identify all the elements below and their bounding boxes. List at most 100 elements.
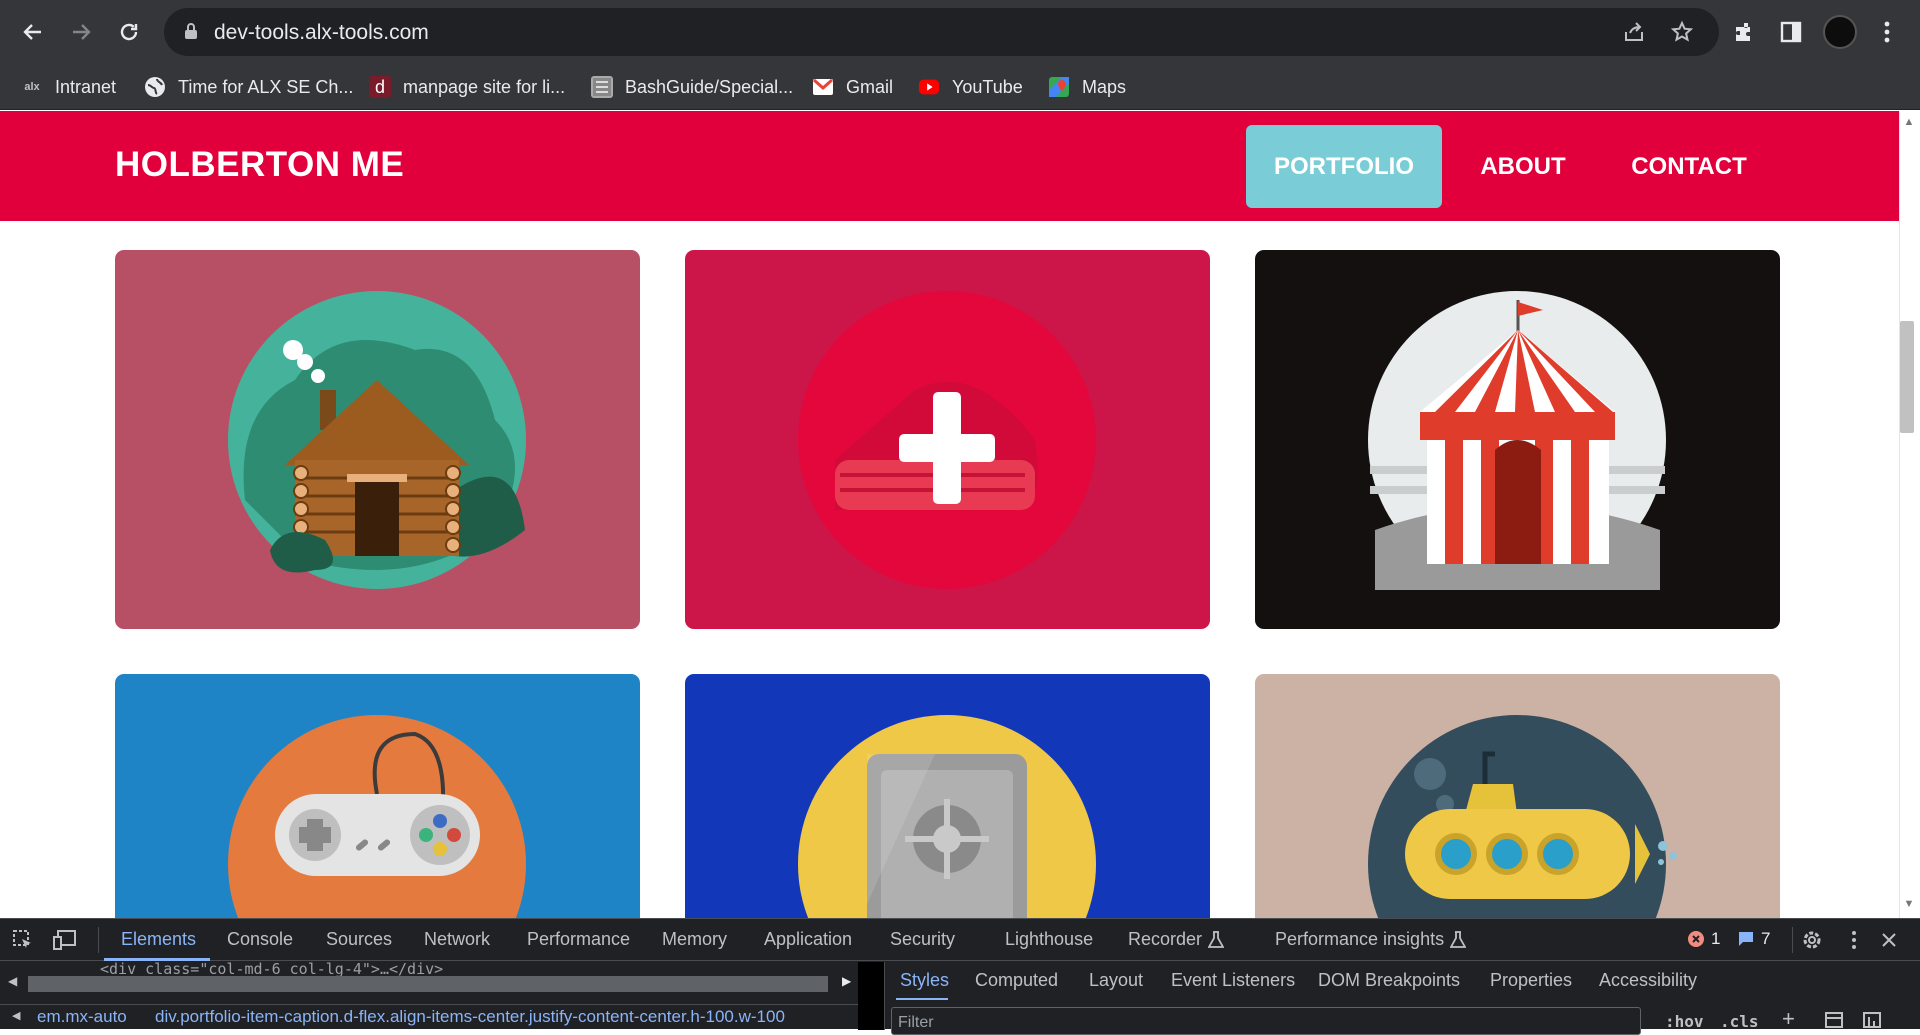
portfolio-item-cabin[interactable] (115, 250, 640, 629)
elements-tree: <div class="col-md-6 col-lg-4">…</div> ◀… (0, 960, 858, 1030)
tab-lighthouse[interactable]: Lighthouse (1005, 929, 1093, 950)
circus-illustration (1368, 291, 1666, 590)
rendering-emulation-icon[interactable] (1825, 1012, 1843, 1033)
extensions-icon[interactable] (1725, 14, 1761, 50)
computed-sidebar-icon[interactable] (1863, 1012, 1881, 1033)
tab-event-listeners[interactable]: Event Listeners (1171, 970, 1295, 991)
bookmark-alx-challenge[interactable]: Time for ALX SE Ch... (144, 71, 353, 103)
arrow-left-icon (23, 24, 41, 40)
reload-button[interactable] (109, 12, 149, 52)
tab-elements[interactable]: Elements (121, 929, 196, 950)
alx-icon: alx (24, 81, 40, 93)
bookmark-maps[interactable]: Maps (1048, 71, 1126, 103)
bookmark-youtube[interactable]: YouTube (918, 71, 1023, 103)
bookmark-gmail[interactable]: Gmail (812, 71, 893, 103)
message-counter[interactable]: 7 (1737, 929, 1770, 949)
styles-filter-input[interactable]: Filter (891, 1007, 1641, 1035)
styles-pane: Styles Computed Layout Event Listeners D… (884, 962, 1920, 1035)
tab-dom-breakpoints[interactable]: DOM Breakpoints (1318, 970, 1460, 991)
portfolio-item-safe[interactable] (685, 674, 1210, 918)
browser-toolbar: dev-tools.alx-tools.com (0, 0, 1920, 64)
submarine-illustration (1368, 715, 1677, 918)
arrow-right-icon (73, 24, 91, 40)
flask-icon (1207, 931, 1225, 954)
youtube-icon (918, 76, 940, 98)
bookmark-intranet[interactable]: alx Intranet (21, 71, 116, 103)
settings-gear-icon[interactable] (1799, 927, 1825, 953)
device-toolbar-icon[interactable] (52, 927, 78, 953)
nav-portfolio[interactable]: PORTFOLIO (1246, 125, 1442, 208)
tab-application[interactable]: Application (764, 929, 852, 950)
breadcrumb-item-selected[interactable]: div.portfolio-item-caption.d-flex.align-… (155, 1007, 785, 1027)
tab-console[interactable]: Console (227, 929, 293, 950)
site-navbar: HOLBERTON ME PORTFOLIO ABOUT CONTACT (0, 111, 1899, 221)
breadcrumb-item[interactable]: em.mx-auto (37, 1007, 127, 1027)
tab-network[interactable]: Network (424, 929, 490, 950)
page-scrollbar[interactable] (1899, 111, 1920, 918)
error-counter[interactable]: 1 (1687, 929, 1720, 949)
tab-memory[interactable]: Memory (662, 929, 727, 950)
toolbar-divider (98, 927, 99, 953)
safe-illustration (798, 715, 1096, 918)
url-text: dev-tools.alx-tools.com (214, 21, 429, 44)
page-viewport: HOLBERTON ME PORTFOLIO ABOUT CONTACT (0, 111, 1899, 918)
bookmarks-bar: alx Intranet Time for ALX SE Ch... d man… (0, 64, 1920, 110)
game-illustration (228, 715, 526, 918)
reload-icon (120, 23, 138, 41)
tab-recorder[interactable]: Recorder (1128, 929, 1202, 950)
tab-styles[interactable]: Styles (900, 970, 949, 991)
scrollbar-thumb[interactable] (1900, 321, 1914, 433)
tab-performance-insights[interactable]: Performance insights (1275, 929, 1444, 950)
portfolio-item-submarine[interactable] (1255, 674, 1780, 918)
scroll-down-icon[interactable]: ▼ (1901, 898, 1917, 914)
site-brand[interactable]: HOLBERTON ME (115, 145, 404, 185)
address-bar[interactable]: dev-tools.alx-tools.com (164, 8, 1719, 56)
scroll-left-icon[interactable]: ◀ (8, 974, 17, 988)
gmail-icon (812, 76, 834, 98)
side-panel-icon[interactable] (1773, 14, 1809, 50)
bash-icon (591, 76, 613, 98)
portfolio-item-game[interactable] (115, 674, 640, 918)
message-icon (1739, 932, 1753, 946)
scroll-up-icon[interactable]: ▲ (1901, 116, 1917, 132)
hov-toggle[interactable]: :hov (1665, 1012, 1704, 1031)
star-icon[interactable] (1668, 18, 1696, 46)
menu-kebab-icon[interactable] (1869, 14, 1905, 50)
tab-properties[interactable]: Properties (1490, 970, 1572, 991)
forward-button[interactable] (61, 12, 101, 52)
tab-performance[interactable]: Performance (527, 929, 630, 950)
inspect-element-icon[interactable] (10, 927, 36, 953)
scroll-right-icon[interactable]: ▶ (842, 974, 851, 988)
tab-computed[interactable]: Computed (975, 970, 1058, 991)
flask-icon (1449, 931, 1467, 954)
tab-layout[interactable]: Layout (1089, 970, 1143, 991)
tab-security[interactable]: Security (890, 929, 955, 950)
cake-illustration (798, 291, 1096, 589)
nav-about[interactable]: ABOUT (1458, 125, 1588, 208)
error-icon (1688, 931, 1704, 947)
profile-avatar[interactable] (1823, 15, 1857, 49)
add-rule-icon[interactable]: + (1782, 1006, 1795, 1032)
portfolio-item-circus[interactable] (1255, 250, 1780, 629)
d-icon: d (369, 76, 391, 98)
tab-accessibility[interactable]: Accessibility (1599, 970, 1697, 991)
cls-toggle[interactable]: .cls (1720, 1012, 1759, 1031)
close-icon[interactable] (1876, 927, 1902, 953)
toolbar-divider (1792, 927, 1793, 953)
elements-horizontal-scrollbar[interactable] (28, 976, 828, 992)
share-icon[interactable] (1620, 18, 1648, 46)
globe-icon (144, 76, 166, 98)
active-subtab-indicator (896, 998, 948, 1000)
tab-sources[interactable]: Sources (326, 929, 392, 950)
cabin-illustration (228, 291, 526, 589)
pane-splitter[interactable] (858, 962, 884, 1030)
bookmark-manpage[interactable]: d manpage site for li... (369, 71, 565, 103)
bookmark-bashguide[interactable]: BashGuide/Special... (591, 71, 793, 103)
portfolio-item-cake[interactable] (685, 250, 1210, 629)
devtools-panel: Elements Console Sources Network Perform… (0, 918, 1920, 1035)
devtools-tabbar: Elements Console Sources Network Perform… (0, 919, 1920, 961)
back-button[interactable] (13, 12, 53, 52)
breadcrumb-left-icon[interactable]: ◀ (12, 1009, 20, 1022)
nav-contact[interactable]: CONTACT (1613, 125, 1765, 208)
more-options-icon[interactable] (1841, 927, 1867, 953)
